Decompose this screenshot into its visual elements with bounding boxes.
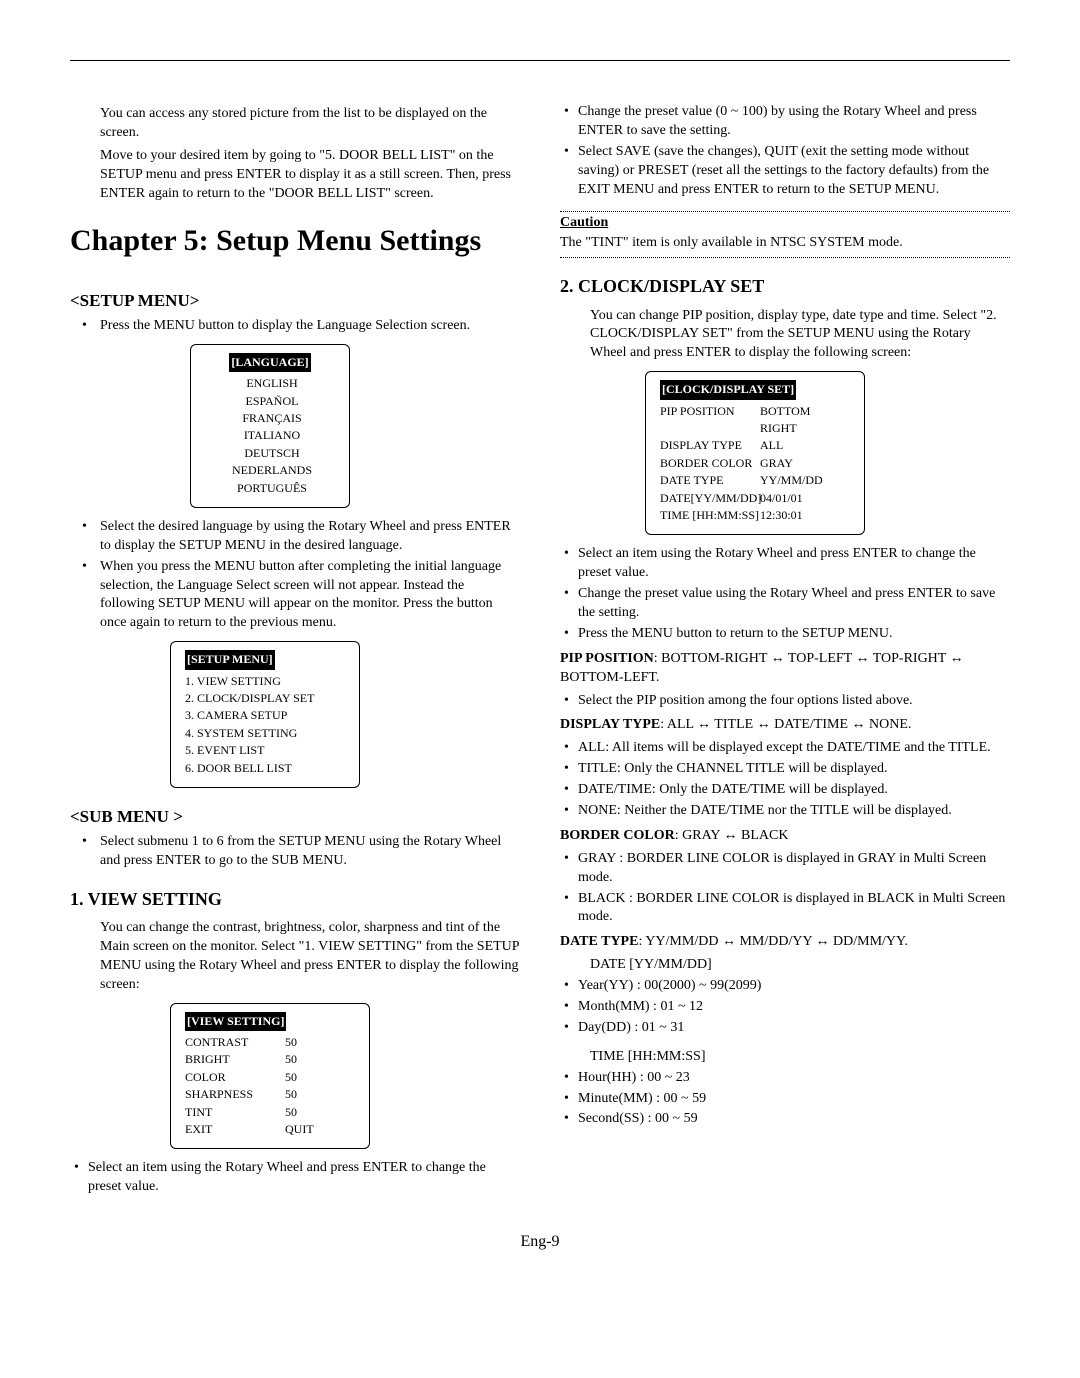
border-bullet-2: BLACK : BORDER LINE COLOR is displayed i… xyxy=(560,890,1010,928)
caution-title: Caution xyxy=(560,214,1010,233)
intro-line-1: You can access any stored picture from t… xyxy=(100,105,520,143)
setup-item: 2. CLOCK/DISPLAY SET xyxy=(185,690,345,707)
right-bullet-1: Change the preset value (0 ~ 100) by usi… xyxy=(560,103,1010,141)
date-label: DATE TYPE xyxy=(560,934,638,949)
time-bullet-1: Hour(HH) : 00 ~ 23 xyxy=(560,1069,1010,1088)
date-bullet-3: Day(DD) : 01 ~ 31 xyxy=(560,1019,1010,1038)
setup-item: 5. EVENT LIST xyxy=(185,742,345,759)
lang-item: PORTUGUÊS xyxy=(209,480,335,497)
right-bullet-2: Select SAVE (save the changes), QUIT (ex… xyxy=(560,143,1010,200)
vs-k: SHARPNESS xyxy=(185,1086,285,1103)
cd-k: DATE[YY/MM/DD] xyxy=(660,490,760,507)
vs-v: 50 xyxy=(285,1086,355,1103)
view-setting-heading: 1. VIEW SETTING xyxy=(70,887,520,911)
sub-menu-bullet-1: Select submenu 1 to 6 from the SETUP MEN… xyxy=(70,833,520,871)
time-bullet-3: Second(SS) : 00 ~ 59 xyxy=(560,1110,1010,1129)
right-column: Change the preset value (0 ~ 100) by usi… xyxy=(560,101,1010,1203)
left-column: You can access any stored picture from t… xyxy=(70,101,520,1203)
lang-item: ITALIANO xyxy=(209,427,335,444)
clock-display-box: [CLOCK/DISPLAY SET] PIP POSITIONBOTTOM R… xyxy=(645,371,865,535)
clock-bullet-2: Change the preset value using the Rotary… xyxy=(560,585,1010,623)
setup-item: 4. SYSTEM SETTING xyxy=(185,725,345,742)
clock-heading: 2. CLOCK/DISPLAY SET xyxy=(560,274,1010,298)
clock-header: [CLOCK/DISPLAY SET] xyxy=(660,380,796,399)
display-type-text: : ALL ↔ TITLE ↔ DATE/TIME ↔ NONE. xyxy=(660,717,911,732)
cd-v: BOTTOM RIGHT xyxy=(760,403,850,438)
vs-v: 50 xyxy=(285,1069,355,1086)
vs-v: 50 xyxy=(285,1104,355,1121)
vs-k: EXIT xyxy=(185,1121,285,1138)
two-column-layout: You can access any stored picture from t… xyxy=(70,101,1010,1203)
vs-k: COLOR xyxy=(185,1069,285,1086)
setup-item: 1. VIEW SETTING xyxy=(185,673,345,690)
setup-bullet-3: When you press the MENU button after com… xyxy=(70,558,520,634)
page-number: Eng-9 xyxy=(70,1231,1010,1253)
setup-menu-box: [SETUP MENU] 1. VIEW SETTING 2. CLOCK/DI… xyxy=(170,641,360,788)
disp-bullet-2: TITLE: Only the CHANNEL TITLE will be di… xyxy=(560,760,1010,779)
disp-bullet-1: ALL: All items will be displayed except … xyxy=(560,739,1010,758)
chapter-title: Chapter 5: Setup Menu Settings xyxy=(70,221,520,262)
border-color-line: BORDER COLOR: GRAY ↔ BLACK xyxy=(560,827,1010,846)
display-type-line: DISPLAY TYPE: ALL ↔ TITLE ↔ DATE/TIME ↔ … xyxy=(560,716,1010,735)
cd-k: DATE TYPE xyxy=(660,472,760,489)
view-setting-intro: You can change the contrast, brightness,… xyxy=(70,919,520,995)
date-bullet-2: Month(MM) : 01 ~ 12 xyxy=(560,998,1010,1017)
cd-v: ALL xyxy=(760,437,850,454)
setup-item: 6. DOOR BELL LIST xyxy=(185,760,345,777)
date-sub: DATE [YY/MM/DD] xyxy=(590,956,1010,975)
lang-item: ENGLISH xyxy=(209,375,335,392)
setup-item: 3. CAMERA SETUP xyxy=(185,707,345,724)
date-type-line: DATE TYPE: YY/MM/DD ↔ MM/DD/YY ↔ DD/MM/Y… xyxy=(560,933,1010,952)
caution-box: Caution The "TINT" item is only availabl… xyxy=(560,211,1010,258)
clock-bullet-1: Select an item using the Rotary Wheel an… xyxy=(560,545,1010,583)
vs-k: TINT xyxy=(185,1104,285,1121)
border-bullet-1: GRAY : BORDER LINE COLOR is displayed in… xyxy=(560,850,1010,888)
setup-menu-header: [SETUP MENU] xyxy=(185,650,275,669)
view-setting-box: [VIEW SETTING] CONTRAST50 BRIGHT50 COLOR… xyxy=(170,1003,370,1150)
lang-item: ESPAÑOL xyxy=(209,393,335,410)
vs-k: CONTRAST xyxy=(185,1034,285,1051)
view-setting-header: [VIEW SETTING] xyxy=(185,1012,286,1031)
pip-bullet-1: Select the PIP position among the four o… xyxy=(560,692,1010,711)
cd-k: TIME [HH:MM:SS] xyxy=(660,507,760,524)
time-sub: TIME [HH:MM:SS] xyxy=(590,1048,1010,1067)
cd-k: BORDER COLOR xyxy=(660,455,760,472)
cd-v: YY/MM/DD xyxy=(760,472,850,489)
pip-label: PIP POSITION xyxy=(560,651,654,666)
disp-bullet-3: DATE/TIME: Only the DATE/TIME will be di… xyxy=(560,781,1010,800)
setup-bullet-1: Press the MENU button to display the Lan… xyxy=(70,317,520,336)
vs-v: 50 xyxy=(285,1051,355,1068)
setup-menu-heading: <SETUP MENU> xyxy=(70,290,520,313)
view-setting-bullet-1: Select an item using the Rotary Wheel an… xyxy=(70,1159,520,1197)
setup-bullet-2: Select the desired language by using the… xyxy=(70,518,520,556)
border-label: BORDER COLOR xyxy=(560,828,675,843)
clock-bullet-3: Press the MENU button to return to the S… xyxy=(560,625,1010,644)
date-bullet-1: Year(YY) : 00(2000) ~ 99(2099) xyxy=(560,977,1010,996)
caution-text: The "TINT" item is only available in NTS… xyxy=(560,234,1010,253)
sub-menu-heading: <SUB MENU > xyxy=(70,806,520,829)
vs-k: BRIGHT xyxy=(185,1051,285,1068)
cd-k: PIP POSITION xyxy=(660,403,760,438)
vs-v: 50 xyxy=(285,1034,355,1051)
time-bullet-2: Minute(MM) : 00 ~ 59 xyxy=(560,1090,1010,1109)
lang-item: NEDERLANDS xyxy=(209,462,335,479)
border-text: : GRAY ↔ BLACK xyxy=(675,828,789,843)
disp-bullet-4: NONE: Neither the DATE/TIME nor the TITL… xyxy=(560,802,1010,821)
pip-position-line: PIP POSITION: BOTTOM-RIGHT ↔ TOP-LEFT ↔ … xyxy=(560,650,1010,688)
cd-v: 12:30:01 xyxy=(760,507,850,524)
language-header: [LANGUAGE] xyxy=(229,353,310,372)
clock-intro: You can change PIP position, display typ… xyxy=(560,307,1010,364)
lang-item: FRANÇAIS xyxy=(209,410,335,427)
top-rule xyxy=(70,60,1010,61)
lang-item: DEUTSCH xyxy=(209,445,335,462)
intro-paragraph: You can access any stored picture from t… xyxy=(70,105,520,203)
intro-line-2: Move to your desired item by going to "5… xyxy=(100,147,520,204)
cd-k: DISPLAY TYPE xyxy=(660,437,760,454)
display-type-label: DISPLAY TYPE xyxy=(560,717,660,732)
date-text: : YY/MM/DD ↔ MM/DD/YY ↔ DD/MM/YY. xyxy=(638,934,907,949)
vs-v: QUIT xyxy=(285,1121,355,1138)
cd-v: 04/01/01 xyxy=(760,490,850,507)
language-menu-box: [LANGUAGE] ENGLISH ESPAÑOL FRANÇAIS ITAL… xyxy=(190,344,350,508)
cd-v: GRAY xyxy=(760,455,850,472)
